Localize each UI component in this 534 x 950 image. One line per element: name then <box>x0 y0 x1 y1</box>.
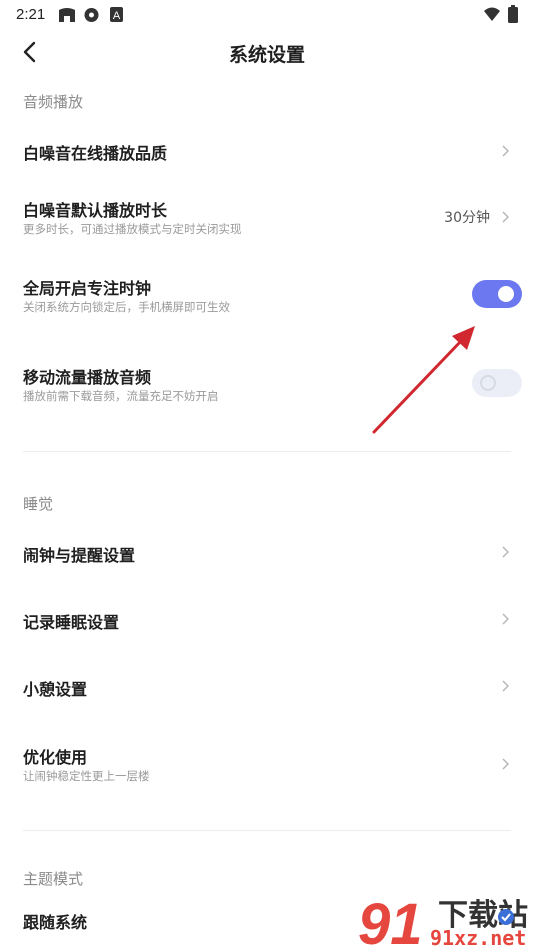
alarm-settings-row[interactable]: 闹钟与提醒设置 <box>0 530 534 576</box>
sleep-record-label: 记录睡眠设置 <box>23 613 120 632</box>
watermark-logo-icon: 91 <box>358 892 423 950</box>
annotation-arrow <box>372 326 475 434</box>
watermark-badge-icon <box>498 909 514 925</box>
watermark-url: 91xz.net <box>430 926 527 950</box>
watermark-logo-digits: 91 <box>358 892 423 950</box>
chevron-right-icon <box>502 680 510 692</box>
section-divider <box>23 451 511 452</box>
section-label-sleep: 睡觉 <box>23 495 54 513</box>
optimize-usage-row[interactable]: 优化使用 让闹钟稳定性更上一层楼 <box>0 737 534 789</box>
optimize-usage-label: 优化使用 <box>23 748 88 767</box>
chevron-right-icon <box>502 758 510 770</box>
sleep-record-row[interactable]: 记录睡眠设置 <box>0 597 534 643</box>
section-label-theme: 主题模式 <box>23 870 84 888</box>
follow-system-label: 跟随系统 <box>23 913 88 932</box>
chevron-right-icon <box>502 613 510 625</box>
section-divider <box>23 830 511 831</box>
optimize-usage-sub: 让闹钟稳定性更上一层楼 <box>23 769 150 783</box>
chevron-right-icon <box>502 546 510 558</box>
nap-settings-row[interactable]: 小憩设置 <box>0 664 534 710</box>
alarm-settings-label: 闹钟与提醒设置 <box>23 546 136 565</box>
nap-settings-label: 小憩设置 <box>23 680 88 699</box>
